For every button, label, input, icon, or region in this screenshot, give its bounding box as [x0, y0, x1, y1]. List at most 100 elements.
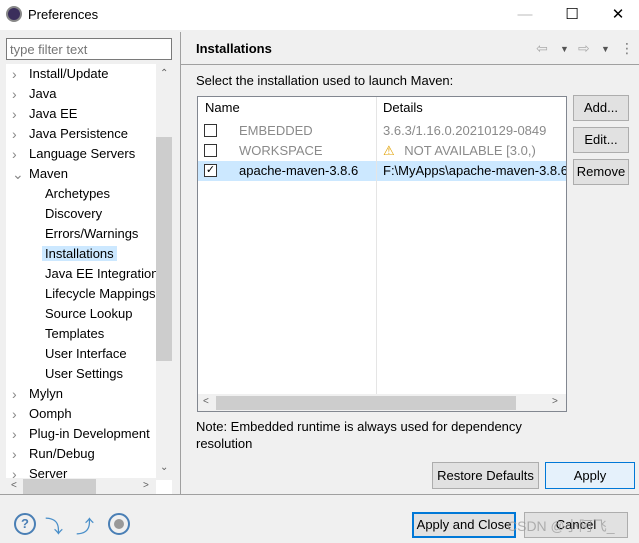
chevron-right-icon[interactable]: › — [12, 124, 17, 144]
tree-item[interactable]: › Java EE — [12, 104, 80, 124]
menu-icon[interactable]: ⋮ — [620, 40, 634, 57]
help-icon[interactable]: ? — [14, 513, 36, 535]
tree-item[interactable]: › Oomph — [12, 404, 75, 424]
tree-item[interactable]: Source Lookup — [42, 304, 135, 324]
scroll-right-icon[interactable]: > — [143, 480, 149, 491]
tree-item-label: Source Lookup — [45, 306, 133, 321]
scroll-right-icon[interactable]: > — [552, 396, 558, 407]
title-bar: Preferences — ☐ ✕ — [0, 0, 639, 30]
installation-name: apache-maven-3.8.6 — [239, 163, 359, 178]
installation-name: EMBEDDED — [239, 123, 313, 138]
tree-item-label: Mylyn — [29, 386, 63, 401]
tree-item-label: Oomph — [29, 406, 72, 421]
checkbox[interactable] — [204, 144, 217, 157]
watermark: CSDN @小阿飞_ — [507, 518, 615, 534]
eclipse-icon — [6, 6, 22, 22]
installation-details: 3.6.3/1.16.0.20210129-0849 — [383, 123, 547, 138]
footer-divider — [0, 494, 639, 495]
minimize-icon[interactable]: — — [510, 4, 540, 26]
tree-item[interactable]: Templates — [42, 324, 107, 344]
import-icon[interactable]: ⤵ — [45, 513, 67, 537]
forward-icon[interactable]: ⇨ — [578, 40, 590, 57]
tree-item[interactable]: › Language Servers — [12, 144, 138, 164]
installations-table: Name Details EMBEDDED 3.6.3/1.16.0.202101… — [197, 96, 567, 412]
back-menu-icon[interactable]: ▼ — [560, 44, 569, 54]
tree-item[interactable]: › Install/Update — [12, 64, 112, 84]
column-header-name[interactable]: Name — [205, 97, 240, 119]
chevron-right-icon[interactable]: › — [12, 104, 17, 124]
warning-icon: ⚠ — [383, 143, 399, 158]
apply-button[interactable]: Apply — [545, 462, 635, 489]
installation-details: F:\MyApps\apache-maven-3.8.6 — [383, 163, 567, 178]
chevron-right-icon[interactable]: › — [12, 144, 17, 164]
restore-defaults-button[interactable]: Restore Defaults — [432, 462, 539, 489]
tree-item-label: Java — [29, 86, 57, 101]
note-text: Note: Embedded runtime is always used fo… — [196, 419, 522, 451]
tree-item-label: Lifecycle Mappings — [45, 286, 156, 301]
checkbox[interactable] — [204, 124, 217, 137]
export-icon[interactable]: ⤴ — [76, 513, 98, 537]
scroll-left-icon[interactable]: < — [203, 396, 209, 407]
prompt-label: Select the installation used to launch M… — [196, 73, 454, 88]
maximize-icon[interactable]: ☐ — [557, 4, 587, 26]
add-button[interactable]: Add... — [573, 95, 629, 121]
apply-and-close-button[interactable]: Apply and Close — [412, 512, 516, 538]
close-icon[interactable]: ✕ — [603, 4, 633, 26]
scroll-up-icon[interactable]: ⌃ — [160, 68, 168, 79]
chevron-right-icon[interactable]: › — [12, 424, 17, 444]
checkbox[interactable]: ✓ — [204, 164, 217, 177]
installation-details: ⚠ NOT AVAILABLE [3.0,) — [383, 143, 536, 158]
divider — [180, 32, 181, 494]
tree-item-label: User Interface — [45, 346, 127, 361]
table-scroll-thumb[interactable] — [216, 396, 516, 410]
tree-item[interactable]: User Settings — [42, 364, 126, 384]
back-icon[interactable]: ⇦ — [536, 40, 548, 57]
scroll-down-icon[interactable]: ⌄ — [160, 462, 168, 473]
tree-item-label: Run/Debug — [29, 446, 95, 461]
tree-item[interactable]: Java EE Integration — [42, 264, 161, 284]
tree-item[interactable]: Discovery — [42, 204, 105, 224]
tree-item[interactable]: › Mylyn — [12, 384, 66, 404]
tree-item[interactable]: › Plug-in Development — [12, 424, 153, 444]
tree-item[interactable]: › Java — [12, 84, 59, 104]
tree-item-label: Installations — [42, 246, 117, 261]
tree-item-label: Java EE Integration — [45, 266, 159, 281]
remove-button[interactable]: Remove — [573, 159, 629, 185]
tree-item[interactable]: User Interface — [42, 344, 130, 364]
tree-item[interactable]: Installations — [42, 244, 117, 264]
chevron-right-icon[interactable]: › — [12, 404, 17, 424]
preference-tree: › Install/Update › Java › Java EE › Java Persis… — [6, 64, 172, 494]
filter-input[interactable] — [6, 38, 172, 60]
tree-item[interactable]: › Run/Debug — [12, 444, 98, 464]
chevron-right-icon[interactable]: › — [12, 64, 17, 84]
chevron-down-icon[interactable]: ⌄ — [12, 164, 24, 184]
column-header-details[interactable]: Details — [383, 97, 423, 119]
scroll-left-icon[interactable]: < — [11, 480, 17, 491]
tree-item[interactable]: Archetypes — [42, 184, 113, 204]
tree-item[interactable]: ⌄ Maven — [12, 164, 71, 184]
table-row[interactable]: WORKSPACE ⚠ NOT AVAILABLE [3.0,) — [198, 141, 566, 161]
table-row[interactable]: EMBEDDED 3.6.3/1.16.0.20210129-0849 — [198, 121, 566, 141]
tree-item[interactable]: › Java Persistence — [12, 124, 131, 144]
chevron-right-icon[interactable]: › — [12, 444, 17, 464]
tree-hscroll-thumb[interactable] — [23, 479, 96, 494]
chevron-right-icon[interactable]: › — [12, 84, 17, 104]
forward-menu-icon[interactable]: ▼ — [601, 44, 610, 54]
tree-item-label: Archetypes — [45, 186, 111, 201]
tree-item-label: Language Servers — [29, 146, 136, 161]
tree-scroll-thumb[interactable] — [156, 137, 172, 361]
tree-item-label: Java EE — [29, 106, 78, 121]
tree-item-label: Templates — [45, 326, 105, 341]
table-row[interactable]: ✓ apache-maven-3.8.6 F:\MyApps\apache-mave… — [198, 161, 566, 181]
tree-item[interactable]: Lifecycle Mappings — [42, 284, 159, 304]
tree-item-label: Plug-in Development — [29, 426, 150, 441]
tree-item-label: Install/Update — [29, 66, 109, 81]
record-icon[interactable] — [108, 513, 130, 535]
chevron-right-icon[interactable]: › — [12, 384, 17, 404]
tree-item-label: Java Persistence — [29, 126, 128, 141]
tree-item-label: Discovery — [45, 206, 103, 221]
page-title: Installations — [196, 41, 272, 56]
edit-button[interactable]: Edit... — [573, 127, 629, 153]
tree-item[interactable]: Errors/Warnings — [42, 224, 141, 244]
header-divider — [181, 64, 639, 65]
